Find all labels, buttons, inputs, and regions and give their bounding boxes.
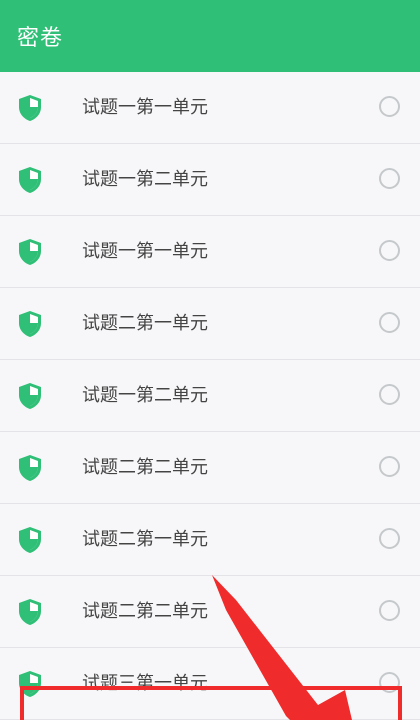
list-item-label: 试题一第二单元 (82, 385, 208, 406)
list-item[interactable]: 试题一第二单元 (0, 360, 420, 432)
list-item[interactable]: 试题三第一单元 (0, 648, 420, 720)
radio-button[interactable] (379, 312, 400, 333)
app-screen: 密卷 试题一第一单元 试题一第二单元 试题一第一单元 试题二第一单元 试题一第二… (0, 0, 420, 720)
radio-button[interactable] (379, 528, 400, 549)
shield-icon (19, 239, 41, 265)
shield-icon (19, 671, 41, 697)
shield-icon (19, 95, 41, 121)
list-item[interactable]: 试题二第二单元 (0, 576, 420, 648)
exam-list: 试题一第一单元 试题一第二单元 试题一第一单元 试题二第一单元 试题一第二单元 … (0, 72, 420, 720)
list-item-label: 试题一第一单元 (82, 241, 208, 262)
list-item-label: 试题二第一单元 (82, 313, 208, 334)
app-header: 密卷 (0, 0, 420, 72)
shield-icon (19, 455, 41, 481)
list-item-label: 试题二第二单元 (82, 601, 208, 622)
list-item[interactable]: 试题二第一单元 (0, 504, 420, 576)
page-title: 密卷 (17, 26, 64, 51)
radio-button[interactable] (379, 456, 400, 477)
radio-button[interactable] (379, 600, 400, 621)
shield-icon (19, 599, 41, 625)
shield-icon (19, 527, 41, 553)
list-item-label: 试题三第一单元 (82, 673, 208, 694)
radio-button[interactable] (379, 672, 400, 693)
list-item[interactable]: 试题一第一单元 (0, 72, 420, 144)
list-item[interactable]: 试题一第二单元 (0, 144, 420, 216)
radio-button[interactable] (379, 240, 400, 261)
list-item[interactable]: 试题二第二单元 (0, 432, 420, 504)
list-item-label: 试题一第一单元 (82, 97, 208, 118)
radio-button[interactable] (379, 96, 400, 117)
list-item-label: 试题二第二单元 (82, 457, 208, 478)
list-item-label: 试题一第二单元 (82, 169, 208, 190)
radio-button[interactable] (379, 384, 400, 405)
list-item-label: 试题二第一单元 (82, 529, 208, 550)
list-item[interactable]: 试题二第一单元 (0, 288, 420, 360)
shield-icon (19, 383, 41, 409)
shield-icon (19, 311, 41, 337)
radio-button[interactable] (379, 168, 400, 189)
shield-icon (19, 167, 41, 193)
list-item[interactable]: 试题一第一单元 (0, 216, 420, 288)
